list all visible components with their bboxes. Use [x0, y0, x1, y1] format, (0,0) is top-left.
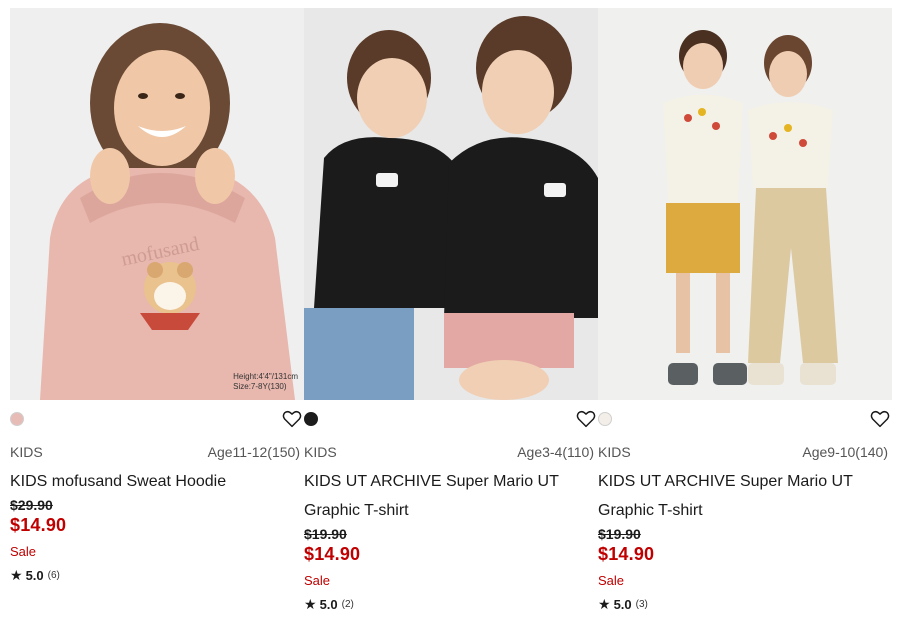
- product-photo-illustration: [304, 16, 598, 400]
- star-icon: ★: [304, 596, 317, 612]
- original-price: $19.90: [304, 526, 347, 542]
- heart-icon[interactable]: [870, 410, 890, 428]
- size-range: Age11-12(150): [207, 444, 300, 460]
- gender-label: KIDS: [304, 444, 337, 460]
- size-range: Age9-10(140): [802, 444, 888, 460]
- original-price: $19.90: [598, 526, 641, 542]
- product-card[interactable]: KIDS Age3-4(110) KIDS UT ARCHIVE Super M…: [304, 8, 598, 613]
- product-image[interactable]: [304, 8, 598, 400]
- star-icon: ★: [598, 596, 611, 612]
- product-card[interactable]: mofusand Height:4'4"/131cm Size:7-8Y(130…: [10, 8, 304, 584]
- product-name[interactable]: KIDS UT ARCHIVE Super Mario UT Graphic T…: [304, 467, 598, 525]
- rating-score: 5.0: [613, 597, 632, 612]
- sale-flag: Sale: [598, 573, 625, 588]
- model-height-text: Height:4'4"/131cm: [233, 372, 298, 381]
- heart-icon[interactable]: [576, 410, 596, 428]
- product-image[interactable]: mofusand Height:4'4"/131cm Size:7-8Y(130…: [10, 8, 304, 400]
- rating-score: 5.0: [319, 597, 338, 612]
- rating: ★ 5.0 (3): [598, 596, 892, 613]
- model-size-note: Height:4'4"/131cm Size:7-8Y(130): [233, 372, 298, 392]
- gender-label: KIDS: [598, 444, 631, 460]
- product-name[interactable]: KIDS UT ARCHIVE Super Mario UT Graphic T…: [598, 467, 892, 525]
- color-swatch-off-white[interactable]: [598, 412, 612, 426]
- rating: ★ 5.0 (2): [304, 596, 598, 613]
- product-card[interactable]: KIDS Age9-10(140) KIDS UT ARCHIVE Super …: [598, 8, 892, 613]
- sale-flag: Sale: [10, 544, 37, 559]
- gender-label: KIDS: [10, 444, 43, 460]
- original-price: $29.90: [10, 497, 53, 513]
- sale-flag: Sale: [304, 573, 331, 588]
- product-name[interactable]: KIDS mofusand Sweat Hoodie: [10, 467, 304, 496]
- heart-icon[interactable]: [282, 410, 302, 428]
- product-photo-illustration: [663, 30, 838, 385]
- color-swatch-pink[interactable]: [10, 412, 24, 426]
- size-range: Age3-4(110): [517, 444, 594, 460]
- review-count: (2): [341, 599, 354, 610]
- review-count: (6): [47, 570, 60, 581]
- product-image[interactable]: [598, 8, 892, 400]
- model-size-text: Size:7-8Y(130): [233, 382, 287, 391]
- product-photo-illustration: mofusand: [40, 23, 295, 400]
- sale-price: $14.90: [598, 544, 655, 564]
- star-icon: ★: [10, 567, 23, 583]
- rating: ★ 5.0 (6): [10, 567, 304, 584]
- color-swatch-black[interactable]: [304, 412, 318, 426]
- sale-price: $14.90: [304, 544, 361, 564]
- rating-score: 5.0: [25, 568, 44, 583]
- review-count: (3): [635, 599, 648, 610]
- sale-price: $14.90: [10, 515, 67, 535]
